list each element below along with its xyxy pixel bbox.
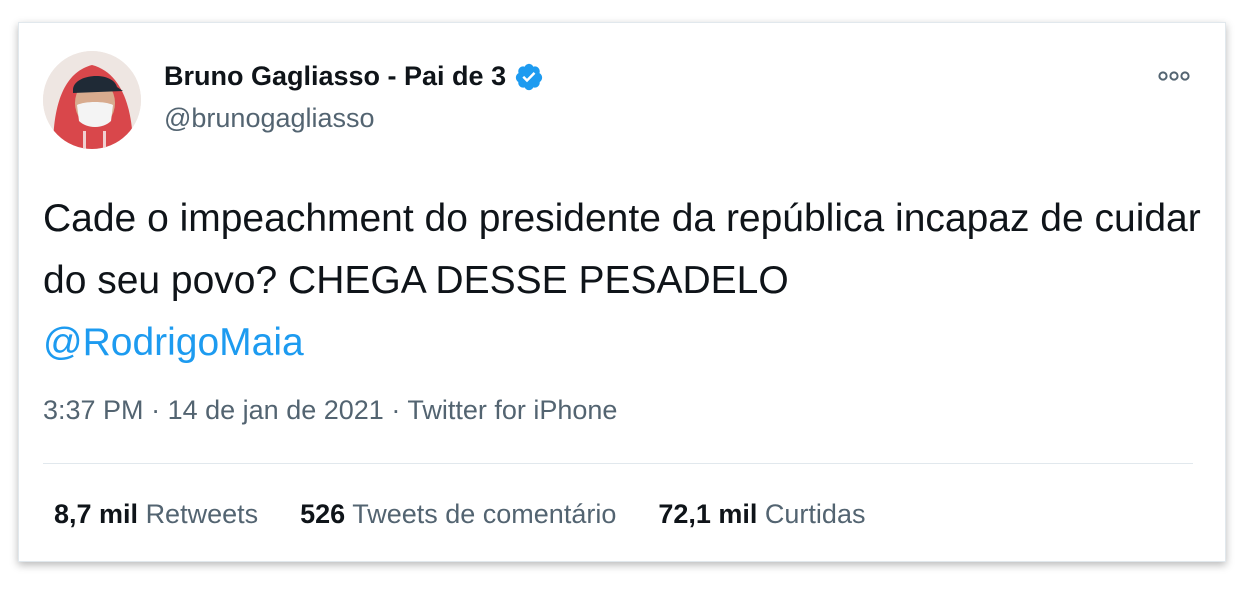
tweet-date[interactable]: 14 de jan de 2021	[168, 395, 384, 425]
quote-tweets-count: 526	[300, 499, 346, 529]
meta-separator: ·	[391, 395, 401, 425]
tweet-text: Cade o impeachment do presidente da repú…	[43, 188, 1203, 374]
tweet-metadata: 3:37 PM · 14 de jan de 2021 · Twitter fo…	[43, 395, 617, 426]
more-options-icon[interactable]	[1155, 61, 1193, 91]
avatar-photo	[43, 51, 141, 149]
mention-link[interactable]: @RodrigoMaia	[43, 321, 304, 364]
quote-tweets-label: Tweets de comentário	[352, 499, 617, 529]
tweet-card: Bruno Gagliasso - Pai de 3 @brunogaglias…	[18, 22, 1226, 562]
retweets-count: 8,7 mil	[54, 499, 139, 529]
author-name-text: Bruno Gagliasso - Pai de 3	[164, 61, 507, 91]
author-name[interactable]: Bruno Gagliasso - Pai de 3	[164, 61, 544, 92]
avatar[interactable]	[43, 51, 141, 149]
author-handle[interactable]: @brunogagliasso	[164, 103, 375, 134]
likes-count: 72,1 mil	[658, 499, 758, 529]
likes-label: Curtidas	[764, 499, 866, 529]
retweets-label: Retweets	[145, 499, 259, 529]
tweet-stats: 8,7 mil Retweets 526 Tweets de comentári…	[54, 499, 907, 530]
tweet-source[interactable]: Twitter for iPhone	[407, 395, 617, 425]
meta-separator: ·	[151, 395, 161, 425]
tweet-time[interactable]: 3:37 PM	[43, 395, 144, 425]
verified-badge-icon	[514, 62, 544, 92]
divider	[43, 463, 1193, 464]
likes-stat[interactable]: 72,1 mil Curtidas	[658, 499, 865, 530]
retweets-stat[interactable]: 8,7 mil Retweets	[54, 499, 258, 530]
tweet-body: Cade o impeachment do presidente da repú…	[43, 197, 1201, 302]
quote-tweets-stat[interactable]: 526 Tweets de comentário	[300, 499, 616, 530]
